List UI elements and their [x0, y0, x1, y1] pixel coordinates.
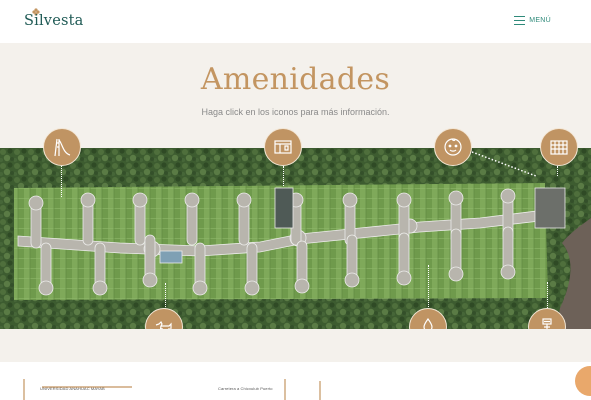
amenity-leader-line — [165, 283, 166, 309]
road-segment — [396, 192, 412, 208]
road-segment — [192, 280, 208, 296]
road-segment — [500, 188, 516, 204]
kids-face-icon — [444, 138, 462, 156]
road-segment — [80, 192, 96, 208]
amenity-leader-line — [283, 166, 284, 186]
road-segment — [28, 195, 44, 211]
road-segment — [534, 187, 566, 229]
site-header: Silvesta MENÚ — [0, 0, 591, 43]
hamburger-icon — [514, 16, 526, 26]
menu-button[interactable]: MENÚ — [514, 16, 551, 26]
road-segment — [500, 264, 516, 280]
road-segment — [294, 278, 310, 294]
road-segment — [92, 280, 108, 296]
clubhouse-amenity-button[interactable] — [264, 128, 302, 166]
road-segment — [142, 272, 158, 288]
amenity-leader-line — [547, 282, 548, 308]
road-segment — [448, 266, 464, 282]
page-title: Amenidades — [200, 62, 391, 97]
building-amenity-button[interactable] — [540, 128, 578, 166]
road-segment — [236, 192, 252, 208]
brand-name: Silvesta — [24, 13, 84, 29]
road-segment — [344, 272, 360, 288]
page-subtitle: Haga click en los iconos para más inform… — [201, 107, 390, 117]
location-map-roads — [284, 379, 321, 400]
road-segment — [38, 280, 54, 296]
kids-amenity-button[interactable] — [434, 128, 472, 166]
amenity-leader-line — [61, 166, 62, 197]
slide-amenity-button[interactable] — [43, 128, 81, 166]
amenity-leader-line — [471, 151, 537, 177]
road-segment — [132, 192, 148, 208]
location-map-roads — [23, 379, 132, 400]
road-segment — [396, 270, 412, 286]
slide-icon — [54, 138, 71, 157]
amenity-leader-line — [428, 265, 429, 309]
road-segment — [244, 280, 260, 296]
road-segment — [448, 190, 464, 206]
road-segment — [342, 192, 358, 208]
road-segment — [184, 192, 200, 208]
road-segment — [274, 187, 294, 229]
map-label-highway: Carretera a Chicxulub Puerto — [218, 386, 273, 391]
menu-label: MENÚ — [529, 17, 551, 24]
road-segment — [159, 250, 183, 264]
amenity-leader-line — [557, 166, 558, 176]
clubhouse-icon — [274, 140, 292, 154]
building-icon — [550, 140, 568, 155]
location-section: UNIVERSIDAD ANÁHUAC MAYAB Carretera a Ch… — [0, 329, 591, 400]
